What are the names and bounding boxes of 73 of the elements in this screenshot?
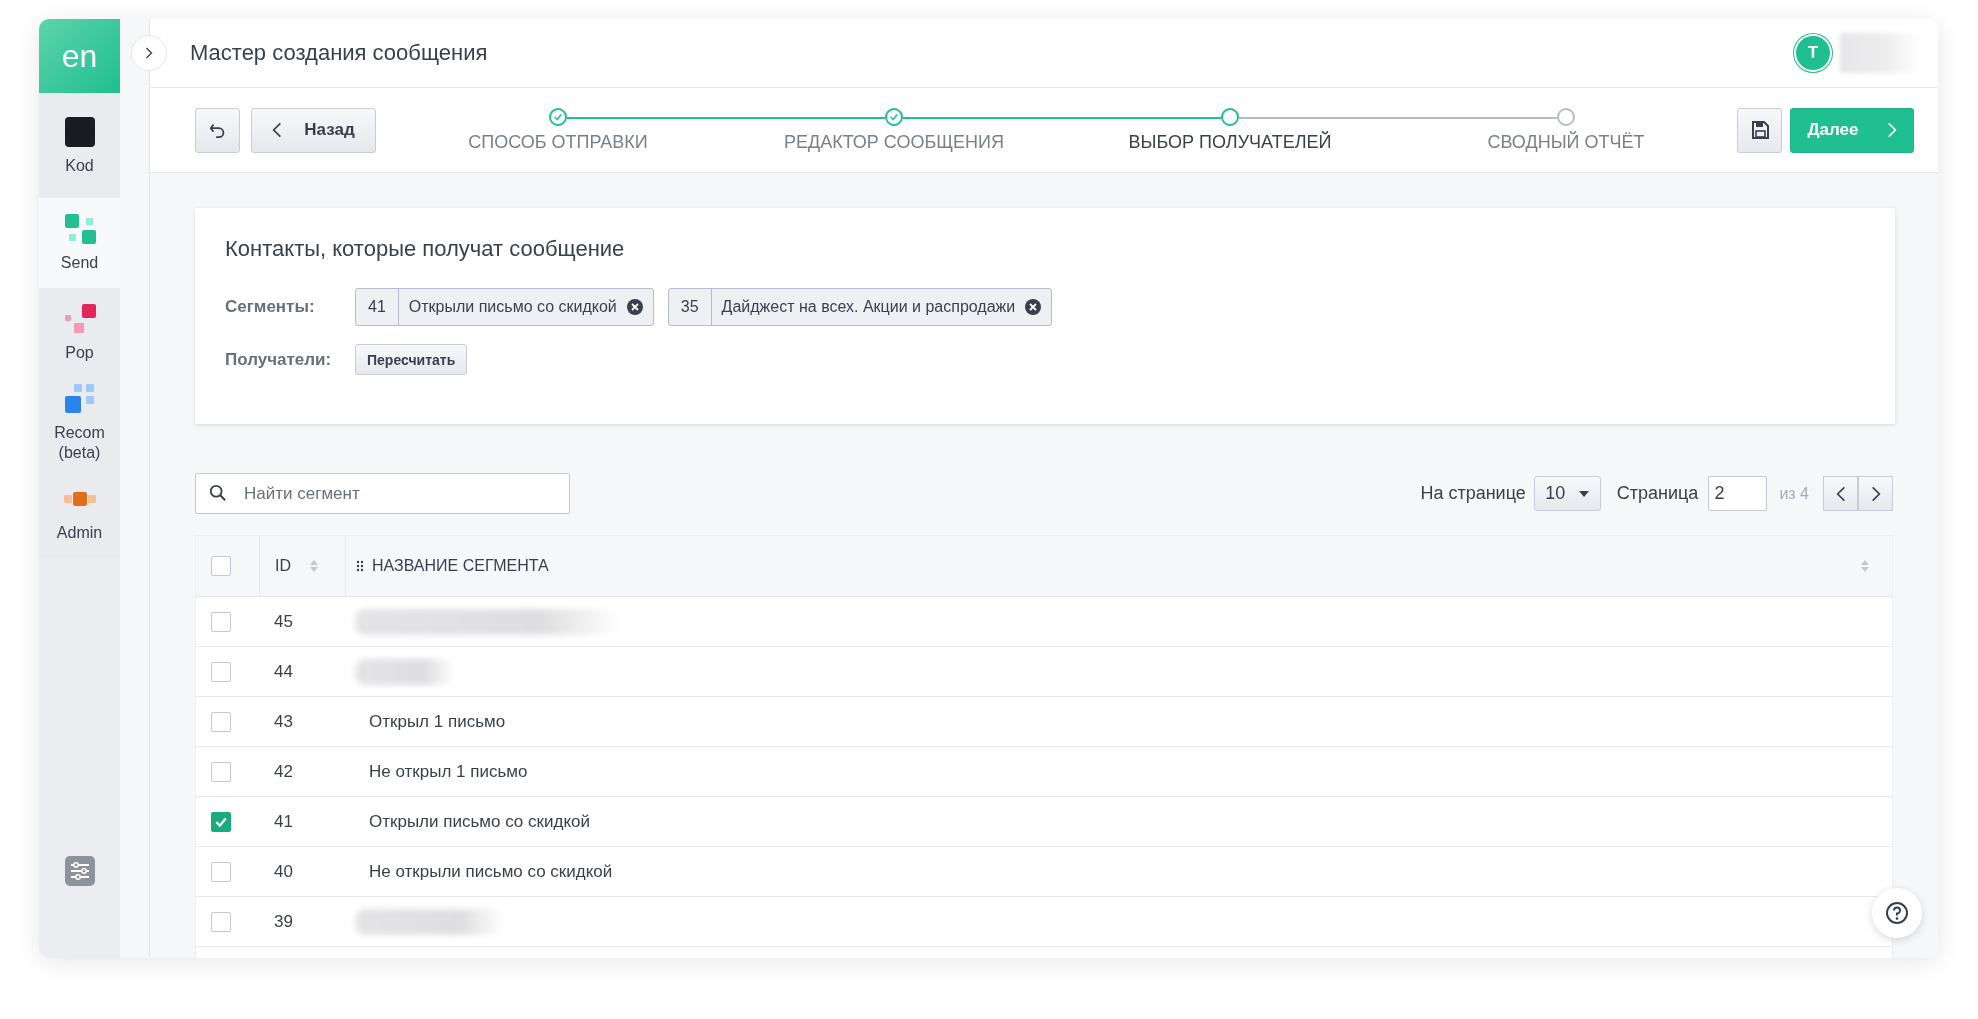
chevron-right-icon [1870, 484, 1881, 503]
sidebar-label: Recom (beta) [53, 423, 106, 463]
undo-button[interactable] [195, 107, 240, 153]
sidebar-label: Admin [55, 523, 104, 543]
search-icon [209, 484, 227, 502]
row-checkbox[interactable] [211, 711, 231, 732]
squares-icon [63, 383, 96, 415]
segments-label: Сегменты: [225, 297, 316, 317]
square-icon [63, 115, 96, 148]
row-checkbox[interactable] [211, 911, 231, 932]
id-cell: 40 [274, 861, 293, 882]
recipients-label: Получатели: [225, 349, 333, 370]
save-button[interactable] [1737, 107, 1782, 153]
back-button[interactable]: Назад [251, 107, 376, 153]
prev-page-button[interactable] [1823, 476, 1858, 511]
help-button[interactable] [1872, 888, 1922, 938]
sidebar-label: Pop [64, 343, 95, 363]
page-label: Страница [1616, 483, 1699, 504]
id-cell: 41 [274, 811, 293, 832]
sidebar-item[interactable]: Send [39, 198, 120, 288]
segment-id: 35 [668, 289, 712, 325]
id-cell: 39 [274, 911, 293, 932]
select-all-checkbox[interactable] [211, 556, 231, 576]
segment-name: Открыли письмо со скидкой [407, 298, 618, 316]
help-icon [1885, 901, 1909, 925]
per-page-select[interactable]: 10 [1533, 476, 1601, 511]
squares-icon [63, 213, 96, 245]
row-checkbox[interactable] [211, 661, 231, 682]
id-cell: 43 [274, 711, 293, 732]
remove-icon[interactable] [1025, 299, 1042, 315]
drag-handle-icon[interactable] [356, 560, 364, 572]
row-checkbox[interactable] [211, 861, 231, 882]
remove-icon[interactable] [626, 299, 643, 315]
caret-icon [1579, 490, 1590, 497]
sort-icon[interactable] [309, 559, 319, 573]
undo-icon [208, 121, 227, 139]
column-header[interactable]: ID [275, 557, 291, 575]
id-cell: 44 [274, 661, 293, 682]
sort-icon[interactable] [1860, 559, 1870, 573]
card-title: Контакты, которые получат сообщение [225, 236, 626, 262]
row-checkbox[interactable] [211, 811, 231, 832]
sidebar-label: Send [59, 253, 100, 273]
check-icon [553, 112, 563, 122]
squares-icon [63, 303, 96, 335]
recount-button[interactable]: Пересчитать [355, 344, 468, 375]
segment-name-cell-text: Открыли письмо со скидкой [368, 811, 590, 832]
per-page-label: На странице [1420, 483, 1526, 504]
page-total: из 4 [1779, 484, 1809, 503]
step-label: СПОСОБ ОТПРАВКИ [468, 132, 648, 153]
next-page-button[interactable] [1858, 476, 1893, 511]
check-icon [889, 112, 899, 122]
segment-name-cell-text: Не открыл 1 письмо [368, 761, 528, 782]
page-title: Мастер создания сообщения [190, 40, 489, 66]
row-checkbox[interactable] [211, 761, 231, 782]
segment-name-cell-text: Открыл 1 письмо [368, 711, 506, 732]
step-label: СВОДНЫЙ ОТЧЁТ [1487, 132, 1645, 153]
step-label: ВЫБОР ПОЛУЧАТЕЛЕЙ [1128, 132, 1332, 153]
id-cell: 42 [274, 761, 293, 782]
segment-name: Дайджест на всех. Акции и распродажи [720, 298, 1017, 316]
chevron-left-icon [1835, 484, 1846, 503]
search-field[interactable]: Найти сегмент [195, 473, 570, 514]
settings-icon[interactable] [64, 856, 95, 886]
chevron-right-icon [144, 46, 154, 60]
segment-name-cell-text: Не открыли письмо со скидкой [368, 861, 613, 882]
step-label: РЕДАКТОР СООБЩЕНИЯ [783, 132, 1005, 153]
chevron-left-icon [272, 121, 283, 139]
id-cell: 45 [274, 611, 293, 632]
chevron-right-icon [1886, 121, 1897, 139]
page-field[interactable]: 2 [1708, 476, 1768, 511]
segment-id: 41 [356, 289, 399, 325]
sidebar-label: Kod [64, 155, 95, 176]
row-checkbox[interactable] [211, 611, 231, 632]
column-header[interactable]: НАЗВАНИЕ СЕГМЕНТА [372, 557, 549, 575]
